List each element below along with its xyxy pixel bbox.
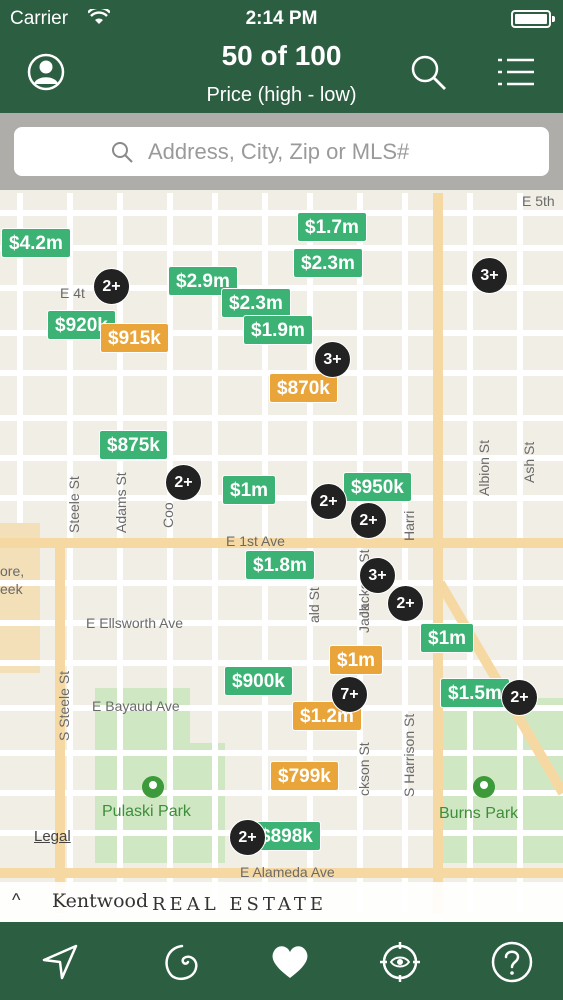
street-label: E 1st Ave: [226, 533, 285, 549]
cluster-marker[interactable]: 2+: [93, 268, 130, 305]
park-label: Pulaski Park: [102, 803, 191, 820]
price-pin[interactable]: $1.9m: [243, 315, 313, 345]
expand-caret-icon[interactable]: ^: [12, 890, 20, 911]
price-pin[interactable]: $1.8m: [245, 550, 315, 580]
street-label: Jack: [356, 604, 372, 633]
price-pin[interactable]: $1.5m: [440, 678, 510, 708]
price-pin[interactable]: $2.3m: [221, 288, 291, 318]
results-count-title: 50 of 100: [221, 40, 342, 71]
price-pin[interactable]: $2.3m: [293, 248, 363, 278]
price-pin[interactable]: $1m: [329, 645, 384, 675]
cluster-marker[interactable]: 3+: [471, 257, 508, 294]
street-label: E Alameda Ave: [240, 864, 335, 880]
street-label: E Bayaud Ave: [92, 698, 180, 714]
street-label: Ash St: [521, 441, 537, 483]
brand-strip: ^ Kentwood REAL ESTATE: [0, 882, 563, 922]
location-arrow-icon[interactable]: [38, 940, 82, 984]
price-pin[interactable]: $1.7m: [297, 212, 367, 242]
search-input[interactable]: [148, 135, 528, 169]
cluster-marker[interactable]: 2+: [165, 464, 202, 501]
street-label: eek: [0, 581, 23, 597]
app-header: Carrier 2:14 PM 50 of 100 Price (high - …: [0, 0, 563, 113]
map-view[interactable]: E 5th E 4t E 1st Ave E Ellsworth Ave E B…: [0, 113, 563, 913]
search-bar: [0, 113, 563, 190]
cluster-marker[interactable]: 7+: [331, 676, 368, 713]
price-pin[interactable]: $900k: [224, 666, 293, 696]
brand-logo: Kentwood: [52, 890, 149, 912]
park-pin-icon: [473, 776, 495, 798]
list-icon[interactable]: [496, 52, 536, 92]
street-label: ckson St: [356, 742, 372, 796]
street-label: Coo: [160, 502, 176, 528]
street-label: Albion St: [476, 439, 492, 496]
cluster-marker[interactable]: 2+: [387, 585, 424, 622]
street-label: ore,: [0, 563, 25, 579]
street-label: E Ellsworth Ave: [86, 615, 184, 631]
status-bar: Carrier 2:14 PM: [0, 0, 563, 36]
park-label: Burns Park: [439, 805, 519, 822]
price-pin[interactable]: $875k: [99, 430, 168, 460]
street-label: ald St: [306, 587, 322, 623]
price-pin[interactable]: $950k: [343, 472, 412, 502]
cluster-marker[interactable]: 2+: [310, 483, 347, 520]
sort-order-label[interactable]: Price (high - low): [0, 84, 563, 107]
price-pin[interactable]: $4.2m: [1, 228, 71, 258]
heart-icon[interactable]: [268, 940, 312, 984]
street-label: S Steele St: [56, 670, 72, 741]
street-label: E 4t: [60, 285, 85, 301]
search-box[interactable]: [14, 127, 549, 176]
price-pin[interactable]: $799k: [270, 761, 339, 791]
cluster-marker[interactable]: 2+: [350, 502, 387, 539]
cluster-marker[interactable]: 3+: [359, 557, 396, 594]
cluster-marker[interactable]: 3+: [314, 341, 351, 378]
park-pin-icon: [142, 776, 164, 798]
map-search-screen: E 5th E 4t E 1st Ave E Ellsworth Ave E B…: [0, 0, 563, 1000]
question-circle-icon[interactable]: [490, 940, 534, 984]
cluster-marker[interactable]: 2+: [501, 679, 538, 716]
search-icon: [112, 142, 133, 163]
eye-target-icon[interactable]: [378, 940, 422, 984]
street-label: Adams St: [113, 472, 129, 533]
street-label: E 5th: [522, 193, 555, 209]
price-pin[interactable]: $915k: [100, 323, 169, 353]
magnifier-icon[interactable]: [408, 52, 448, 92]
street-label: Steele St: [66, 476, 82, 533]
cluster-marker[interactable]: 2+: [229, 819, 266, 856]
legal-link[interactable]: Legal: [34, 828, 71, 845]
bottom-tab-bar: [0, 922, 563, 1000]
status-time: 2:14 PM: [245, 8, 318, 29]
street-label: S Harrison St: [401, 713, 417, 797]
price-pin[interactable]: $1m: [420, 623, 475, 653]
brand-text: REAL ESTATE: [152, 894, 328, 915]
lasso-icon[interactable]: [158, 940, 202, 984]
price-pin[interactable]: $1m: [222, 475, 277, 505]
street-label: Harri: [401, 510, 417, 541]
battery-icon: [511, 10, 555, 28]
